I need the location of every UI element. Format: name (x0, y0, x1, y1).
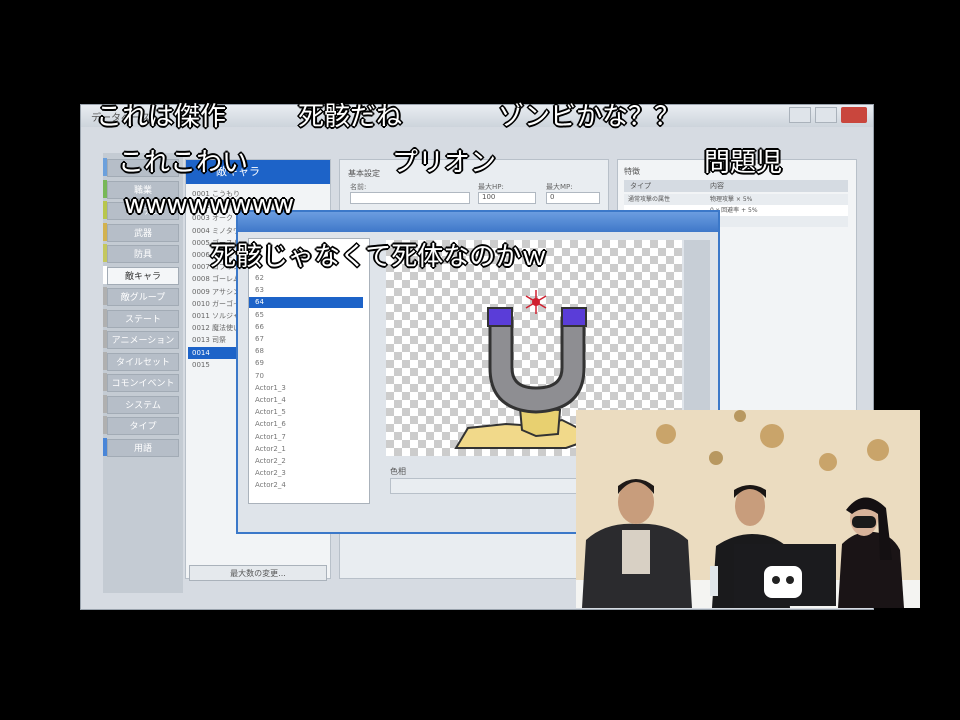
trait-row[interactable]: 通常攻撃の属性 物理攻撃 × 5% (624, 194, 848, 205)
file-list-item[interactable]: Actor1_6 (249, 419, 363, 430)
comment-3: ゾンビかな？？ (498, 102, 681, 132)
comment-1: これは傑作 (96, 102, 227, 132)
tab-12[interactable]: タイプ (107, 417, 179, 435)
traits-title: 特徴 (624, 167, 640, 176)
max-hp-label: 最大HP: (478, 183, 504, 191)
name-field[interactable] (350, 192, 470, 204)
file-list-item[interactable]: Actor1_5 (249, 407, 363, 418)
file-list-item[interactable]: Actor1_3 (249, 383, 363, 394)
file-list-item[interactable]: Actor2_4 (249, 480, 363, 491)
file-list-item[interactable]: 63 (249, 285, 363, 296)
comment-6: 問題児 (704, 148, 783, 178)
tab-13[interactable]: 用語 (107, 438, 179, 457)
change-max-button[interactable]: 最大数の変更... (189, 565, 327, 581)
traits-header: タイプ 内容 (624, 180, 848, 192)
comment-7: wwwwwwww (124, 190, 295, 220)
name-label: 名前: (350, 183, 367, 191)
tab-10[interactable]: コモンイベント (107, 374, 179, 392)
dialog-titlebar[interactable] (238, 212, 718, 232)
trait-content: 物理攻撃 × 5% (710, 196, 753, 203)
close-button[interactable] (841, 107, 867, 123)
tab-3[interactable]: 武器 (107, 223, 179, 242)
file-list-item[interactable]: Actor1_4 (249, 395, 363, 406)
comment-8: 死骸じゃなくて死体なのかｗ (210, 242, 548, 272)
tab-6[interactable]: 敵グループ (107, 288, 179, 306)
file-list-item[interactable]: 68 (249, 346, 363, 357)
file-list-item[interactable]: 62 (249, 273, 363, 284)
comment-5: プリオン (392, 148, 497, 178)
trait-type: 通常攻撃の属性 (628, 196, 671, 203)
tab-7[interactable]: ステート (107, 309, 179, 328)
max-mp-label: 最大MP: (546, 183, 573, 191)
tab-9[interactable]: タイルセット (107, 352, 179, 371)
traits-col-type: タイプ (630, 182, 651, 190)
file-list-item[interactable]: 65 (249, 310, 363, 321)
minimize-button[interactable] (789, 107, 811, 123)
webcam-overlay (576, 410, 920, 608)
image-file-list[interactable]: 62 63 64 65 66 67 68 69 70 Actor1_3 Actor1_4 Actor1… (248, 238, 370, 504)
file-list-item[interactable]: Actor2_3 (249, 468, 363, 479)
comment-2: 死骸だね (298, 102, 403, 132)
tab-4[interactable]: 防具 (107, 245, 179, 263)
tab-8[interactable]: アニメーション (107, 331, 179, 349)
file-list-item[interactable]: Actor2_2 (249, 456, 363, 467)
comment-4: これこわい (118, 148, 249, 178)
file-list-item[interactable]: 66 (249, 322, 363, 333)
file-list-item[interactable]: 67 (249, 334, 363, 345)
maximize-button[interactable] (815, 107, 837, 123)
basic-settings-title: 基本設定 (348, 169, 380, 178)
file-list-item[interactable]: 70 (249, 371, 363, 382)
max-mp-field[interactable]: 0 (546, 192, 600, 204)
file-list-item[interactable]: Actor2_1 (249, 444, 363, 455)
file-list-item[interactable]: 69 (249, 358, 363, 369)
webcam-video (576, 410, 920, 608)
max-hp-field[interactable]: 100 (478, 192, 536, 204)
tab-5[interactable]: 敵キャラ (107, 266, 179, 285)
tab-11[interactable]: システム (107, 395, 179, 414)
hue-label: 色相 (390, 467, 406, 476)
file-list-item[interactable]: Actor1_7 (249, 432, 363, 443)
traits-col-content: 内容 (710, 182, 724, 190)
file-list-item[interactable]: 64 (249, 297, 363, 309)
